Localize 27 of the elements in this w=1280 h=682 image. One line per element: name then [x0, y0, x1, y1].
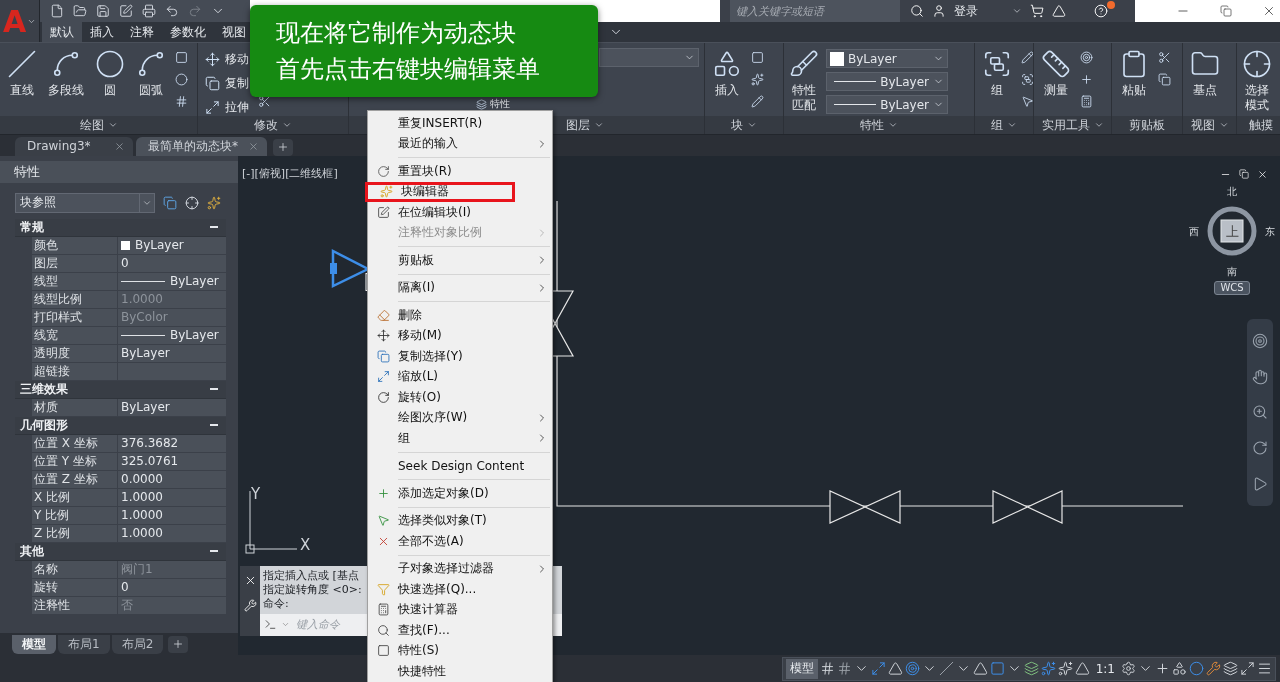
compass-label: 东 — [1265, 225, 1275, 237]
panel-title: 块 — [731, 116, 743, 134]
axis-label: X — [300, 535, 311, 554]
panel-title: 实用工具 — [1041, 116, 1090, 134]
section-title: 几何图形 — [20, 416, 68, 434]
section-title: 其他 — [20, 542, 44, 560]
compass-label: 北 — [1227, 185, 1237, 197]
section-title: 三维效果 — [20, 380, 68, 398]
panel-title: 组 — [991, 116, 1003, 134]
panel-title: 修改 — [254, 116, 278, 134]
panel-title: 图层 — [566, 116, 590, 134]
compass-label: 西 — [1189, 225, 1199, 237]
command-history-line: 指定旋转角度 <0>: — [263, 582, 362, 597]
view-cube-label: 上 — [1225, 223, 1239, 239]
axis-label: Y — [251, 484, 261, 503]
caption-text: 首先点击右键块编辑菜单 — [276, 54, 541, 85]
panel-title: 视图 — [1190, 116, 1215, 134]
panel-title: 绘图 — [79, 116, 104, 134]
caption-text: 现在将它制作为动态块 — [276, 18, 517, 49]
panel-title: 剪贴板 — [1129, 116, 1165, 134]
panel-title: 触摸 — [1248, 116, 1273, 134]
command-history-line: 命令: — [263, 596, 289, 611]
command-history-line: 指定插入点或 [基点 — [263, 568, 359, 583]
panel-title: 特性 — [860, 116, 884, 134]
section-title: 常规 — [20, 218, 44, 236]
compass-label: 南 — [1227, 265, 1237, 277]
palette-title: 特性 — [0, 160, 238, 183]
